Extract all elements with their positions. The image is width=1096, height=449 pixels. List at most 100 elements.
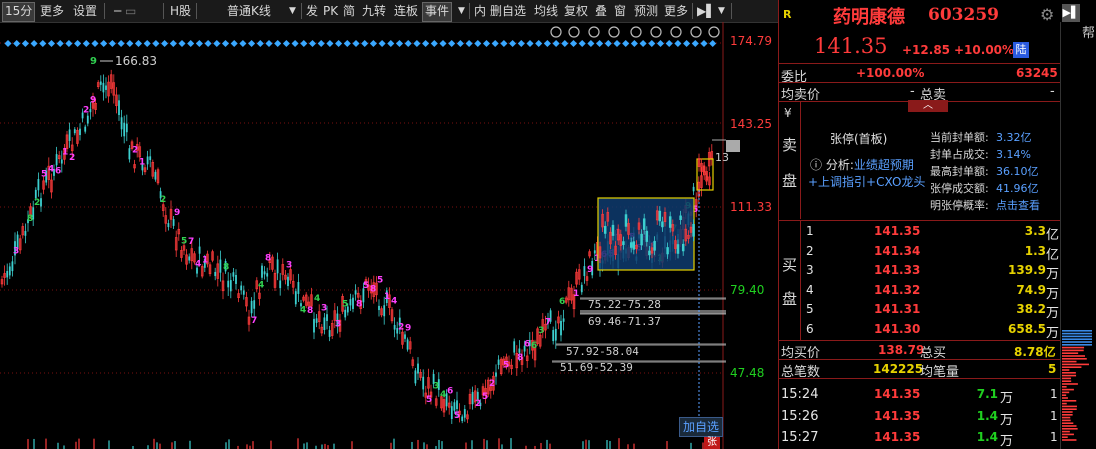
event-marker[interactable] [13, 40, 20, 47]
event-marker[interactable] [422, 40, 429, 47]
event-marker[interactable] [596, 40, 603, 47]
event-marker[interactable] [657, 40, 664, 47]
kline-type-select[interactable]: 普通K线 [225, 2, 273, 20]
event-marker[interactable] [205, 40, 212, 47]
event-marker[interactable] [91, 40, 98, 47]
chart-tool-icon[interactable] [691, 27, 701, 37]
event-marker[interactable] [57, 40, 64, 47]
event-marker[interactable] [509, 40, 516, 47]
event-marker[interactable] [413, 40, 420, 47]
event-marker[interactable] [640, 40, 647, 47]
collapse-icon[interactable]: ▶▌ [695, 2, 717, 20]
chart-tool-icon[interactable] [651, 27, 661, 37]
event-marker[interactable] [213, 40, 220, 47]
event-marker[interactable] [100, 40, 107, 47]
period-15min-button[interactable]: 15分 [2, 2, 35, 22]
event-marker[interactable] [579, 40, 586, 47]
kline-chart[interactable]: 38254 6122921295 74 1874834 84335 85 851 42 9534… [0, 22, 778, 449]
inner-button[interactable]: 内 [472, 2, 488, 20]
event-marker[interactable] [387, 40, 394, 47]
event-marker[interactable] [666, 40, 673, 47]
chart-tool-icon[interactable] [569, 27, 579, 37]
event-marker[interactable] [431, 40, 438, 47]
event-marker[interactable] [109, 40, 116, 47]
more-button[interactable]: 更多 [662, 2, 690, 20]
event-marker[interactable] [700, 40, 707, 47]
more-periods-button[interactable]: 更多 [38, 2, 66, 20]
event-marker[interactable] [126, 40, 133, 47]
price-adjust-button[interactable]: 复权 [562, 2, 590, 20]
events-dropdown-icon[interactable]: ▼ [456, 2, 467, 20]
event-marker[interactable] [309, 40, 316, 47]
event-marker[interactable] [152, 40, 159, 47]
event-marker[interactable] [544, 40, 551, 47]
event-marker[interactable] [161, 40, 168, 47]
event-marker[interactable] [22, 40, 29, 47]
event-marker[interactable] [4, 40, 11, 47]
event-marker[interactable] [326, 40, 333, 47]
event-marker[interactable] [222, 40, 229, 47]
simple-button[interactable]: 简 [341, 2, 357, 20]
event-marker[interactable] [474, 40, 481, 47]
event-marker[interactable] [248, 40, 255, 47]
event-marker[interactable] [196, 40, 203, 47]
event-marker[interactable] [352, 40, 359, 47]
nine-turn-button[interactable]: 九转 [360, 2, 388, 20]
event-marker[interactable] [492, 40, 499, 47]
event-marker[interactable] [439, 40, 446, 47]
event-marker[interactable] [457, 40, 464, 47]
chart-tool-icon[interactable] [609, 27, 619, 37]
window-button[interactable]: 窗 [612, 2, 628, 20]
event-marker[interactable] [31, 40, 38, 47]
event-marker[interactable] [187, 40, 194, 47]
event-marker[interactable] [570, 40, 577, 47]
forecast-button[interactable]: 预测 [632, 2, 660, 20]
event-marker[interactable] [405, 40, 412, 47]
event-marker[interactable] [39, 40, 46, 47]
event-marker[interactable] [370, 40, 377, 47]
event-marker[interactable] [553, 40, 560, 47]
event-marker[interactable] [500, 40, 507, 47]
overlay-button[interactable]: 叠 [593, 2, 609, 20]
event-marker[interactable] [622, 40, 629, 47]
remove-watchlist-button[interactable]: 删自选 [488, 2, 528, 20]
event-marker[interactable] [674, 40, 681, 47]
event-marker[interactable] [65, 40, 72, 47]
event-marker[interactable] [257, 40, 264, 47]
analysis-row[interactable]: ⓘ 分析:业绩超预期 [810, 156, 914, 173]
event-marker[interactable] [692, 40, 699, 47]
chart-tool-icon[interactable] [589, 27, 599, 37]
chevron-down-icon[interactable]: ▼ [287, 2, 298, 20]
event-marker[interactable] [300, 40, 307, 47]
event-marker[interactable] [605, 40, 612, 47]
panel-toggle-icon[interactable]: ▶▌ [1062, 4, 1080, 22]
event-marker[interactable] [561, 40, 568, 47]
moving-average-button[interactable]: 均线 [532, 2, 560, 20]
event-marker[interactable] [379, 40, 386, 47]
event-marker[interactable] [178, 40, 185, 47]
event-marker[interactable] [239, 40, 246, 47]
gear-icon[interactable]: ⚙ [1040, 5, 1054, 24]
event-marker[interactable] [283, 40, 290, 47]
event-marker[interactable] [526, 40, 533, 47]
event-marker[interactable] [613, 40, 620, 47]
event-marker[interactable] [483, 40, 490, 47]
event-marker[interactable] [135, 40, 142, 47]
event-marker[interactable] [396, 40, 403, 47]
event-marker[interactable] [361, 40, 368, 47]
publish-button[interactable]: 发 [304, 2, 320, 20]
concept-tags[interactable]: +上调指引+CXO龙头 [808, 173, 925, 190]
analysis-value[interactable]: 业绩超预期 [854, 158, 914, 172]
h-share-button[interactable]: H股 [168, 2, 193, 20]
event-marker[interactable] [535, 40, 542, 47]
pk-button[interactable]: PK [321, 2, 340, 20]
event-marker[interactable] [709, 40, 716, 47]
limit-up-streak-button[interactable]: 连板 [392, 2, 420, 20]
event-marker[interactable] [144, 40, 151, 47]
event-marker[interactable] [587, 40, 594, 47]
event-marker[interactable] [74, 40, 81, 47]
chart-tool-icon[interactable] [551, 27, 561, 37]
event-marker[interactable] [448, 40, 455, 47]
window-control-icon[interactable]: ━ ▭ [112, 2, 138, 20]
chart-tool-icon[interactable] [671, 27, 681, 37]
